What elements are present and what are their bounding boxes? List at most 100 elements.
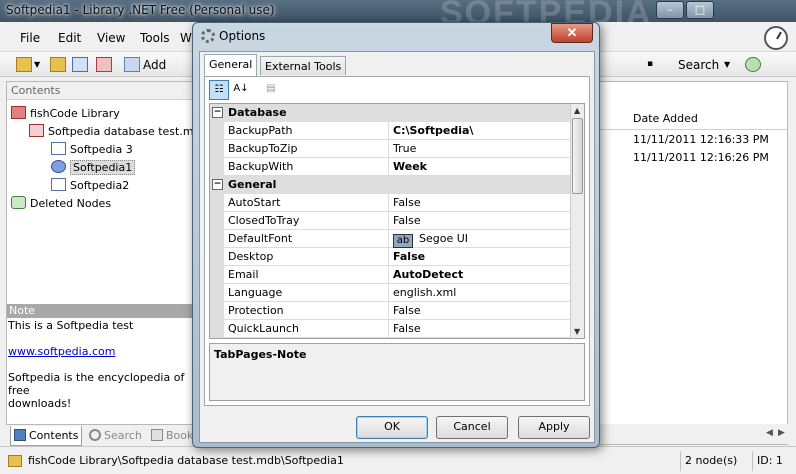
list-item[interactable]: 11/11/2011 12:16:33 PM xyxy=(633,133,769,146)
property-value[interactable]: False xyxy=(388,212,572,230)
minimize-button[interactable]: – xyxy=(656,1,684,19)
property-value[interactable]: C:\Softpedia\ xyxy=(388,122,572,140)
search-dropdown-arrow-icon[interactable]: ▼ xyxy=(724,60,730,69)
property-row-defaultfont[interactable]: DefaultFont ab Segoe UI xyxy=(210,230,572,248)
property-grid-toolbar: ☷ A↓ ▤ xyxy=(209,80,585,102)
property-value-text: Segoe UI xyxy=(419,232,469,245)
add-icon[interactable] xyxy=(124,57,140,72)
property-row-backuppath[interactable]: BackupPath C:\Softpedia\ xyxy=(210,122,572,140)
scroll-up-arrow-icon[interactable]: ▲ xyxy=(574,106,580,115)
scroll-left-arrow-icon[interactable]: ◀ xyxy=(766,428,773,438)
scrollbar-thumb[interactable] xyxy=(572,118,583,194)
add-button[interactable]: Add xyxy=(143,58,166,72)
search-menu-icon[interactable]: ▪ xyxy=(647,59,653,69)
scroll-down-arrow-icon[interactable]: ▼ xyxy=(574,327,580,336)
property-row-email[interactable]: Email AutoDetect xyxy=(210,266,572,284)
property-name: Language xyxy=(228,286,283,299)
property-grid-scrollbar[interactable]: ▲ ▼ xyxy=(570,104,584,338)
dialog-close-button[interactable]: ✕ xyxy=(551,23,593,43)
property-row-autostart[interactable]: AutoStart False xyxy=(210,194,572,212)
ok-button[interactable]: OK xyxy=(356,416,428,439)
alphabetical-sort-icon[interactable]: A↓ xyxy=(231,80,251,100)
property-gutter xyxy=(210,230,224,248)
property-row-protection[interactable]: Protection False xyxy=(210,302,572,320)
note-body[interactable]: This is a Softpedia test www.softpedia.c… xyxy=(7,319,197,410)
menu-edit[interactable]: Edit xyxy=(58,31,81,45)
options-dialog: Options ✕ General External Tools ☷ A↓ ▤ … xyxy=(192,22,600,448)
tab-general[interactable]: General xyxy=(204,54,258,76)
property-name: QuickLaunch xyxy=(228,322,299,335)
collapse-toggle-icon[interactable]: − xyxy=(212,179,223,190)
property-value[interactable]: Week xyxy=(388,158,572,176)
property-pages-icon[interactable]: ▤ xyxy=(261,80,281,100)
list-item[interactable]: 11/11/2011 12:16:26 PM xyxy=(633,151,769,164)
property-value[interactable]: english.xml xyxy=(388,284,572,302)
property-gutter xyxy=(210,140,224,158)
property-row-language[interactable]: Language english.xml xyxy=(210,284,572,302)
tab-book[interactable]: Book xyxy=(148,426,196,446)
tree-node-label: fishCode Library xyxy=(30,107,120,120)
refresh-icon[interactable] xyxy=(745,57,761,72)
options-dialog-title[interactable]: Options xyxy=(201,29,265,43)
list-header[interactable]: Date Added xyxy=(599,108,787,130)
property-value-text: C:\Softpedia\ xyxy=(393,124,474,137)
column-header-date-added[interactable]: Date Added xyxy=(633,112,698,125)
main-titlebar[interactable]: Softpedia1 - Library .NET Free (Personal… xyxy=(0,0,796,32)
menu-window[interactable]: W xyxy=(180,31,192,45)
property-value[interactable]: True xyxy=(388,140,572,158)
property-value[interactable]: False xyxy=(388,302,572,320)
cancel-button[interactable]: Cancel xyxy=(436,416,508,439)
note-header: Note xyxy=(7,304,197,318)
tab-search[interactable]: Search xyxy=(86,426,145,446)
property-gutter xyxy=(210,248,224,266)
tree-node-softpedia1[interactable]: Softpedia1 xyxy=(51,160,136,175)
property-category-general[interactable]: − General xyxy=(210,176,572,194)
tree-node-softpedia2[interactable]: Softpedia2 xyxy=(51,178,129,192)
property-row-quicklaunch[interactable]: QuickLaunch False xyxy=(210,320,572,338)
property-gutter xyxy=(210,320,224,338)
property-name: BackupPath xyxy=(228,124,293,137)
menu-file[interactable]: File xyxy=(20,31,40,45)
property-value-text: False xyxy=(393,214,421,227)
property-value-text: AutoDetect xyxy=(393,268,464,281)
tree-node-deleted[interactable]: Deleted Nodes xyxy=(11,196,111,210)
tab-external-tools[interactable]: External Tools xyxy=(260,56,347,75)
menu-view[interactable]: View xyxy=(97,31,125,45)
property-value[interactable]: AutoDetect xyxy=(388,266,572,284)
horizontal-scrollbar[interactable]: ◀ ▶ xyxy=(598,424,788,444)
property-row-closedtotray[interactable]: ClosedToTray False xyxy=(210,212,572,230)
tree-node-library[interactable]: fishCode Library xyxy=(11,106,120,120)
note-link[interactable]: www.softpedia.com xyxy=(8,345,197,358)
property-value[interactable]: False xyxy=(388,248,572,266)
property-row-backuptozip[interactable]: BackupToZip True xyxy=(210,140,572,158)
print-icon[interactable] xyxy=(96,57,112,72)
categorized-sort-icon[interactable]: ☷ xyxy=(209,80,229,100)
property-value[interactable]: ab Segoe UI xyxy=(388,230,572,248)
open-folder-icon[interactable] xyxy=(16,57,32,72)
save-icon[interactable] xyxy=(72,57,88,72)
open-dropdown-arrow-icon[interactable]: ▼ xyxy=(34,60,40,69)
tab-contents[interactable]: Contents xyxy=(10,426,83,446)
property-gutter xyxy=(210,266,224,284)
tree-node-softpedia3[interactable]: Softpedia 3 xyxy=(51,142,133,156)
property-row-backupwith[interactable]: BackupWith Week xyxy=(210,158,572,176)
clock-icon[interactable] xyxy=(764,26,788,50)
search-button[interactable]: Search xyxy=(678,58,719,72)
scroll-right-arrow-icon[interactable]: ▶ xyxy=(778,428,785,438)
menu-tools[interactable]: Tools xyxy=(140,31,170,45)
property-category-database[interactable]: − Database xyxy=(210,104,572,122)
property-name: ClosedToTray xyxy=(228,214,300,227)
maximize-button[interactable]: □ xyxy=(686,1,714,19)
property-value[interactable]: False xyxy=(388,194,572,212)
apply-button[interactable]: Apply xyxy=(518,416,590,439)
folder-up-icon[interactable] xyxy=(50,57,66,72)
property-value[interactable]: False xyxy=(388,320,572,338)
property-name: AutoStart xyxy=(228,196,281,209)
collapse-toggle-icon[interactable]: − xyxy=(212,107,223,118)
library-icon xyxy=(11,106,26,119)
tree-node-database[interactable]: Softpedia database test.mdb xyxy=(29,124,208,138)
general-tab-page: ☷ A↓ ▤ − Database BackupPath C:\Softpedia\ B… xyxy=(204,76,590,406)
property-row-desktop[interactable]: Desktop False xyxy=(210,248,572,266)
book-icon xyxy=(151,429,163,441)
property-value-text: False xyxy=(393,196,421,209)
